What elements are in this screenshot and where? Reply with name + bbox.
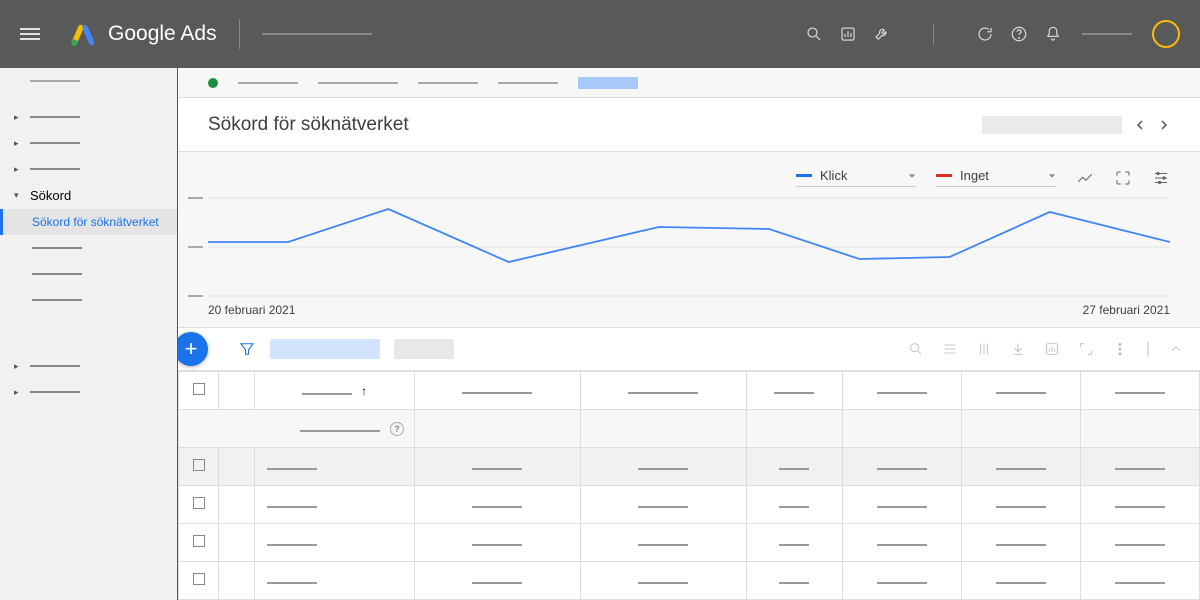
app-header: Google Ads	[0, 0, 1200, 68]
expand-icon[interactable]	[1078, 341, 1094, 357]
expand-icon[interactable]	[1114, 169, 1132, 187]
table-row[interactable]	[179, 486, 1200, 524]
segment-icon[interactable]	[942, 341, 958, 357]
sidebar-item[interactable]	[0, 235, 177, 261]
page-titlebar: Sökord för söknätverket	[178, 98, 1200, 152]
metric-1-select[interactable]: Klick	[796, 168, 916, 187]
header-keyword[interactable]: ↑	[255, 372, 415, 410]
header-col[interactable]	[1080, 372, 1199, 410]
more-icon[interactable]	[1112, 341, 1128, 357]
header-col[interactable]	[842, 372, 961, 410]
table-row[interactable]	[179, 562, 1200, 600]
breadcrumb-item[interactable]	[238, 82, 298, 84]
sidebar-item-label: Sökord	[30, 188, 71, 203]
table-toolbar: + |	[178, 327, 1200, 371]
table-row[interactable]	[179, 524, 1200, 562]
subheader: ?	[179, 410, 415, 448]
adjust-icon[interactable]	[1152, 169, 1170, 187]
refresh-icon[interactable]	[976, 25, 994, 43]
header-col[interactable]	[746, 372, 842, 410]
account-placeholder[interactable]	[262, 33, 372, 35]
chevron-left-icon[interactable]	[1134, 119, 1146, 131]
row-checkbox[interactable]	[193, 573, 205, 585]
header-checkbox[interactable]	[179, 372, 219, 410]
notifications-icon[interactable]	[1044, 25, 1062, 43]
breadcrumb	[178, 68, 1200, 98]
chevron-down-icon	[908, 172, 916, 180]
help-icon[interactable]	[1010, 25, 1028, 43]
breadcrumb-item[interactable]	[418, 82, 478, 84]
breadcrumb-item[interactable]	[498, 82, 558, 84]
sidebar-item-label: Sökord för söknätverket	[32, 215, 159, 229]
metric-2-select[interactable]: Inget	[936, 168, 1056, 187]
tools-icon[interactable]	[873, 25, 891, 43]
metric-label: Inget	[960, 168, 989, 183]
filter-icon[interactable]	[238, 340, 256, 358]
sidebar-item[interactable]: ▸	[0, 353, 177, 379]
sidebar-item[interactable]: ▸	[0, 156, 177, 182]
date-range-selector[interactable]	[982, 116, 1122, 134]
chart-type-icon[interactable]	[1076, 169, 1094, 187]
sidebar-item[interactable]: ▸	[0, 104, 177, 130]
download-icon[interactable]	[1010, 341, 1026, 357]
row-checkbox[interactable]	[193, 497, 205, 509]
table-row[interactable]	[179, 448, 1200, 486]
account-name-placeholder	[1082, 33, 1132, 35]
header-col[interactable]	[415, 372, 581, 410]
line-chart	[208, 197, 1170, 297]
brand-text: Google Ads	[108, 22, 217, 46]
menu-icon[interactable]	[20, 25, 40, 43]
breadcrumb-item[interactable]	[318, 82, 398, 84]
reports-icon[interactable]	[839, 25, 857, 43]
sidebar-item[interactable]	[0, 261, 177, 287]
search-icon[interactable]	[908, 341, 924, 357]
filter-chip[interactable]	[394, 339, 454, 359]
sidebar-item[interactable]: ▸	[0, 130, 177, 156]
chart-x-start: 20 februari 2021	[208, 303, 295, 317]
chevron-right-icon[interactable]	[1158, 119, 1170, 131]
main-content: Sökord för söknätverket Klick Inget	[178, 68, 1200, 600]
sidebar: ▸ ▸ ▸ ▾Sökord Sökord för söknätverket ▸ …	[0, 68, 178, 600]
row-checkbox[interactable]	[193, 459, 205, 471]
row-checkbox[interactable]	[193, 535, 205, 547]
header-col[interactable]	[580, 372, 746, 410]
sort-up-icon: ↑	[361, 384, 367, 398]
sidebar-item-search-keywords[interactable]: Sökord för söknätverket	[0, 209, 177, 235]
sidebar-item[interactable]	[30, 80, 80, 82]
status-dot-icon	[208, 78, 218, 88]
metric-label: Klick	[820, 168, 847, 183]
header-col[interactable]	[961, 372, 1080, 410]
chart-panel: Klick Inget	[178, 152, 1200, 327]
help-icon[interactable]: ?	[390, 422, 404, 436]
search-icon[interactable]	[805, 25, 823, 43]
reports-icon[interactable]	[1044, 341, 1060, 357]
sidebar-item-sokord[interactable]: ▾Sökord	[0, 182, 177, 209]
collapse-icon[interactable]	[1168, 341, 1184, 357]
columns-icon[interactable]	[976, 341, 992, 357]
brand-area[interactable]: Google Ads	[70, 21, 217, 47]
metric-swatch-icon	[936, 174, 952, 177]
avatar[interactable]	[1152, 20, 1180, 48]
chart-x-end: 27 februari 2021	[1083, 303, 1170, 317]
page-title: Sökord för söknätverket	[208, 114, 409, 136]
divider	[933, 23, 934, 45]
divider	[239, 19, 240, 49]
header-status[interactable]	[219, 372, 255, 410]
keywords-table: ↑ ?	[178, 371, 1200, 600]
add-keyword-button[interactable]: +	[178, 332, 208, 366]
chevron-down-icon	[1048, 172, 1056, 180]
filter-chip[interactable]	[270, 339, 380, 359]
sidebar-item[interactable]	[0, 287, 177, 313]
sidebar-item[interactable]: ▸	[0, 379, 177, 405]
breadcrumb-item-active[interactable]	[578, 77, 638, 89]
google-ads-logo-icon	[70, 21, 96, 47]
metric-swatch-icon	[796, 174, 812, 177]
